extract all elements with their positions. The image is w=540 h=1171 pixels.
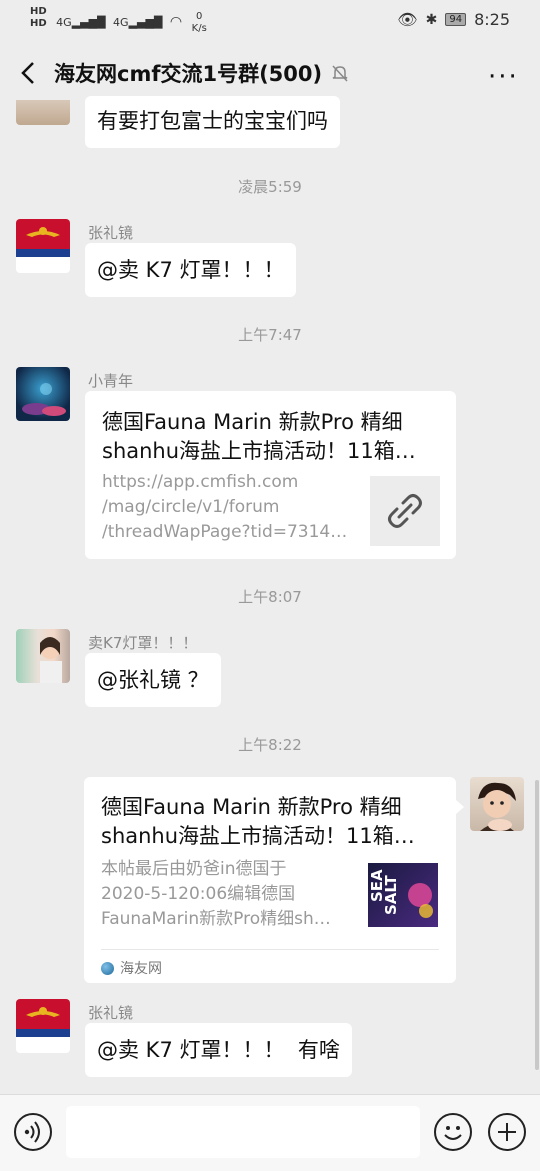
message-text: @张礼镜 ？ [97, 668, 209, 692]
source-logo-icon [101, 961, 114, 975]
message-bubble[interactable]: @卖 K7 灯罩！！！ [85, 243, 297, 297]
card-title: 德国Fauna Marin 新款Pro 精细 shanhu海盐上市搞活动！11箱… [102, 410, 416, 463]
scrollbar[interactable] [535, 780, 539, 1070]
sender-name: 张礼镜 [88, 1004, 134, 1022]
card-pointer [456, 800, 464, 814]
my-avatar[interactable] [470, 777, 524, 831]
mute-icon [330, 63, 350, 83]
message-text: 有要打包富士的宝宝们吗 [97, 109, 328, 133]
plus-icon[interactable] [488, 1113, 526, 1151]
timestamp: 凌晨5:59 [238, 178, 302, 196]
message-text: @卖 K7 灯罩！！！ [97, 258, 285, 282]
emoji-icon[interactable] [434, 1113, 472, 1151]
avatar[interactable] [16, 629, 70, 683]
divider [101, 949, 439, 950]
message-bubble[interactable]: @张礼镜 ？ [85, 653, 221, 707]
timestamp: 上午7:47 [238, 326, 302, 344]
back-icon[interactable] [16, 60, 42, 86]
svg-text:SALT: SALT [382, 875, 400, 915]
avatar[interactable] [16, 999, 70, 1053]
sender-name: 小青年 [88, 372, 134, 390]
status-bar: HD HD 4G▂▄▆█ 4G▂▄▆█ ◠ 0 K/s 👁 ✱ 94 8:25 [0, 0, 540, 42]
link-card[interactable]: 德国Fauna Marin 新款Pro 精细 shanhu海盐上市搞活动！11箱… [85, 391, 456, 559]
sender-name: 张礼镜 [88, 224, 134, 242]
speed-text: 0 K/s [191, 11, 207, 34]
link-icon [388, 494, 422, 528]
message-text: @卖 K7 灯罩！！！ 有啥 [97, 1038, 340, 1062]
more-icon[interactable]: ··· [488, 62, 519, 92]
chat-title: 海友网cmf交流1号群(500) [54, 62, 323, 86]
card-url: https://app.cmfish.com /mag/circle/v1/fo… [102, 472, 348, 542]
timestamp: 上午8:22 [238, 736, 302, 754]
voice-icon[interactable] [14, 1113, 52, 1151]
message-bubble[interactable]: 有要打包富士的宝宝们吗 [85, 96, 340, 148]
clock: 8:25 [474, 10, 510, 29]
card-source: 海友网 [101, 958, 162, 978]
battery-indicator: 94 [445, 13, 467, 26]
message-bubble[interactable]: @卖 K7 灯罩！！！ 有啥 [85, 1023, 352, 1077]
card-description: 本帖最后由奶爸in德国于 2020-5-120:06编辑德国 FaunaMari… [101, 859, 331, 929]
timestamp: 上午8:07 [238, 588, 302, 606]
status-right: 👁 ✱ 94 8:25 [397, 10, 510, 29]
network-indicators: HD HD 4G▂▄▆█ 4G▂▄▆█ ◠ 0 K/s [30, 6, 207, 34]
avatar[interactable] [16, 219, 70, 273]
wifi-icon: ◠ [169, 14, 183, 30]
article-thumbnail: SEA SALT [368, 863, 438, 927]
link-thumbnail [370, 476, 440, 546]
avatar[interactable] [16, 100, 70, 125]
message-input[interactable] [66, 1106, 420, 1158]
avatar[interactable] [16, 367, 70, 421]
card-title: 德国Fauna Marin 新款Pro 精细 shanhu海盐上市搞活动！11箱… [101, 795, 415, 848]
sender-name: 卖K7灯罩！！！ [88, 634, 198, 652]
eye-icon: 👁 [397, 10, 418, 29]
article-card[interactable]: 德国Fauna Marin 新款Pro 精细 shanhu海盐上市搞活动！11箱… [84, 777, 456, 983]
bluetooth-icon: ✱ [425, 11, 438, 28]
